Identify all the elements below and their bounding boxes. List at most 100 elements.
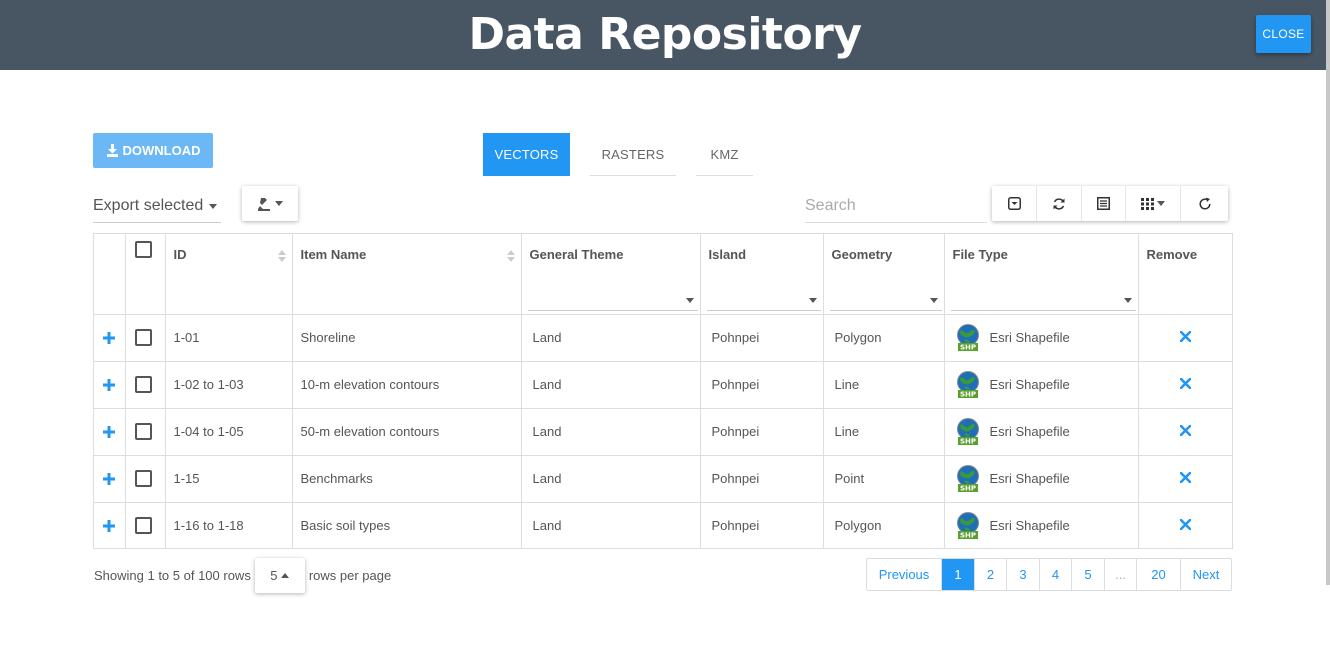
filter-island[interactable] (706, 289, 821, 311)
download-button[interactable]: DOWNLOAD (93, 133, 213, 168)
tab-rasters[interactable]: RASTERS (590, 133, 676, 176)
remove-row-button[interactable] (1139, 329, 1233, 347)
download-label: DOWNLOAD (122, 143, 201, 158)
column-header-geometry: Geometry (823, 234, 945, 315)
plus-icon (103, 331, 116, 344)
columns-button[interactable] (1126, 186, 1181, 221)
remove-row-button[interactable] (1139, 423, 1233, 441)
cell-item-name: Basic soil types (292, 502, 522, 549)
remove-row-button[interactable] (1139, 376, 1233, 394)
cell-item-name: Benchmarks (292, 455, 522, 503)
reset-icon (1198, 197, 1211, 210)
column-header-id[interactable]: ID (165, 234, 293, 315)
expand-row-button[interactable] (94, 422, 125, 442)
table-row: 1-04 to 1-05 50-m elevation contours Land P… (94, 408, 1233, 456)
search-input[interactable] (805, 190, 987, 223)
cell-geometry: Line (823, 361, 945, 409)
cell-id: 1-04 to 1-05 (165, 408, 293, 456)
cell-item-name: 10-m elevation contours (292, 361, 522, 409)
chevron-down-icon (209, 203, 218, 209)
select-all-header (125, 234, 166, 315)
table-row: 1-01 Shoreline Land Pohnpei Polygon SHP Esri S… (94, 314, 1233, 362)
cell-item-name: Shoreline (292, 314, 522, 362)
cell-file-type: Esri Shapefile (989, 424, 1070, 439)
pagination-next[interactable]: Next (1181, 559, 1231, 590)
row-checkbox[interactable] (134, 517, 152, 535)
pagination-page-1[interactable]: 1 (942, 559, 975, 590)
toggle-pagination-button[interactable] (992, 186, 1037, 221)
cell-geometry: Point (823, 455, 945, 503)
cell-general-theme: Land (521, 361, 701, 409)
columns-icon (1141, 197, 1154, 210)
close-x-icon (1179, 330, 1192, 342)
cell-island: Pohnpei (700, 361, 824, 409)
pagination-page-20[interactable]: 20 (1137, 559, 1181, 590)
expand-row-button[interactable] (94, 328, 125, 348)
pagination-page-3[interactable]: 3 (1007, 559, 1040, 590)
select-all-checkbox[interactable] (134, 241, 152, 258)
shapefile-globe-icon: SHP (956, 512, 979, 540)
page-title: Data Repository (468, 8, 862, 60)
column-header-item-name[interactable]: Item Name (292, 234, 522, 315)
toggle-view-button[interactable] (1082, 186, 1126, 221)
export-type-icon (258, 197, 270, 211)
column-header-file-type: File Type (944, 234, 1139, 315)
tab-vectors[interactable]: VECTORS (483, 133, 570, 176)
cell-geometry: Line (823, 408, 945, 456)
expand-row-button[interactable] (94, 375, 125, 395)
tab-bar: VECTORS RASTERS KMZ (483, 133, 753, 176)
svg-text:SHP: SHP (959, 391, 975, 398)
filter-file-type[interactable] (950, 289, 1136, 311)
expand-row-button[interactable] (94, 469, 125, 489)
cell-id: 1-02 to 1-03 (165, 361, 293, 409)
cell-general-theme: Land (521, 314, 701, 362)
cell-file-type: Esri Shapefile (989, 518, 1070, 534)
export-select[interactable]: Export selected (93, 190, 221, 223)
pagination-page-4[interactable]: 4 (1040, 559, 1072, 590)
plus-icon (103, 378, 116, 391)
chevron-down-icon (275, 201, 283, 206)
svg-text:SHP: SHP (959, 438, 975, 445)
toggle-pagination-icon (1007, 197, 1021, 210)
chevron-down-icon (685, 298, 694, 303)
cell-file-type: Esri Shapefile (989, 377, 1070, 392)
pagination-page-5[interactable]: 5 (1072, 559, 1105, 590)
remove-row-button[interactable] (1139, 517, 1233, 535)
cell-island: Pohnpei (700, 455, 824, 503)
cell-file-type: Esri Shapefile (989, 330, 1070, 345)
export-type-button[interactable] (242, 186, 298, 221)
chevron-down-icon (808, 298, 817, 303)
row-checkbox[interactable] (134, 329, 152, 346)
close-button[interactable]: CLOSE (1256, 15, 1311, 53)
table-body: 1-01 Shoreline Land Pohnpei Polygon SHP Esri S… (94, 314, 1232, 549)
refresh-button[interactable] (1037, 186, 1082, 221)
row-checkbox[interactable] (134, 376, 152, 393)
cell-island: Pohnpei (700, 502, 824, 549)
tab-kmz[interactable]: KMZ (696, 133, 753, 176)
filter-general-theme[interactable] (527, 289, 698, 311)
cell-geometry: Polygon (823, 314, 945, 362)
table-row: 1-15 Benchmarks Land Pohnpei Point SHP Esri Sh… (94, 455, 1233, 503)
cell-id: 1-15 (165, 455, 293, 503)
remove-row-button[interactable] (1139, 470, 1233, 488)
data-table: ID Item Name General Theme Island Geomet… (93, 233, 1233, 549)
pagination-page-2[interactable]: 2 (975, 559, 1007, 590)
cell-item-name: 50-m elevation contours (292, 408, 522, 456)
cell-id: 1-01 (165, 314, 293, 362)
chevron-down-icon (1123, 298, 1132, 303)
row-checkbox[interactable] (134, 423, 152, 440)
cell-island: Pohnpei (700, 408, 824, 456)
plus-icon (103, 519, 116, 532)
rows-per-page-select[interactable]: 5 (254, 558, 305, 593)
column-header-general-theme: General Theme (521, 234, 701, 315)
toggle-view-icon (1097, 197, 1110, 210)
scrollbar[interactable] (1326, 0, 1330, 585)
table-header-row: ID Item Name General Theme Island Geomet… (94, 234, 1232, 315)
pagination-previous[interactable]: Previous (867, 559, 942, 590)
reset-button[interactable] (1181, 186, 1228, 221)
cell-geometry: Polygon (823, 502, 945, 549)
row-checkbox[interactable] (134, 470, 152, 487)
filter-geometry[interactable] (829, 289, 942, 311)
sort-icon (506, 250, 515, 262)
expand-row-button[interactable] (94, 516, 125, 536)
